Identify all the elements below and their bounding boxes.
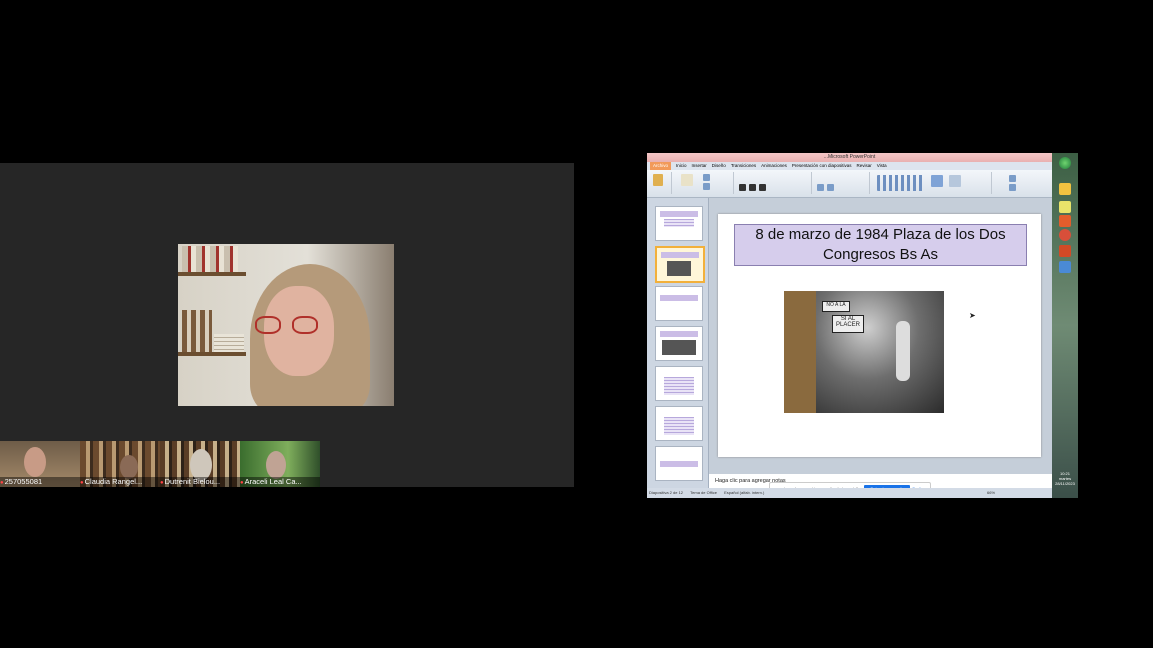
- windows-taskbar: [1052, 153, 1078, 498]
- tab-vista[interactable]: Vista: [877, 162, 887, 170]
- replace-icon[interactable]: [1009, 184, 1016, 191]
- mic-muted-icon: ●: [240, 480, 244, 486]
- ribbon-tabs: Archivo Inicio Insertar Diseño Transicio…: [647, 162, 1055, 170]
- participant-person: [266, 451, 286, 479]
- mic-muted-icon: ●: [160, 480, 164, 486]
- office-icon[interactable]: [1059, 215, 1071, 227]
- ribbon-group-editing: [993, 172, 1051, 194]
- slide-thumbnail-selected[interactable]: [655, 246, 705, 283]
- tab-inicio[interactable]: Inicio: [676, 162, 687, 170]
- bookshelf: [178, 352, 246, 356]
- photo-panel: [784, 291, 816, 413]
- participant-name: ●Dutrenit Bielou...: [160, 477, 240, 487]
- video-panel: ●257055081 ●Claudia Rangel... ●Dutrenit …: [0, 163, 574, 487]
- align-icon[interactable]: [817, 184, 824, 191]
- slide-thumbnail[interactable]: [655, 286, 703, 321]
- mic-muted-icon: ●: [0, 480, 4, 486]
- new-slide-icon[interactable]: [681, 174, 693, 186]
- ribbon-group-font: [735, 172, 812, 194]
- paste-icon[interactable]: [653, 174, 663, 186]
- protest-sign: SI AL PLACER: [832, 315, 864, 333]
- protest-sign: NO A LA: [822, 301, 850, 312]
- status-bar: Diapositiva 2 de 12 Tema de Office Españ…: [647, 488, 1052, 498]
- tab-animaciones[interactable]: Animaciones: [761, 162, 787, 170]
- active-speaker-video[interactable]: [178, 244, 394, 406]
- tab-transiciones[interactable]: Transiciones: [731, 162, 756, 170]
- ribbon-group-paragraph: [813, 172, 870, 194]
- protest-photo[interactable]: NO A LA SI AL PLACER: [784, 291, 944, 413]
- ribbon-group-drawing: [871, 172, 992, 194]
- window-title-bar: ...Microsoft PowerPoint: [647, 153, 1052, 162]
- glasses: [292, 316, 318, 334]
- slide-canvas[interactable]: 8 de marzo de 1984 Plaza de los Dos Cong…: [718, 214, 1041, 457]
- slide-thumbnail[interactable]: [655, 406, 703, 441]
- zoom-level[interactable]: 66%: [987, 488, 995, 498]
- participant-name: ●Araceli Leal Ca...: [240, 477, 320, 487]
- ribbon-group-clipboard: [649, 172, 672, 194]
- window-title: ...Microsoft PowerPoint: [823, 154, 876, 160]
- find-icon[interactable]: [1009, 175, 1016, 182]
- underline-icon[interactable]: [759, 184, 766, 191]
- chrome-icon[interactable]: [1059, 229, 1071, 241]
- participant-tile[interactable]: ●257055081: [0, 441, 80, 487]
- theme-name: Tema de Office: [690, 490, 717, 495]
- arrange-icon[interactable]: [931, 175, 943, 187]
- slide-editor: 8 de marzo de 1984 Plaza de los Dos Cong…: [709, 198, 1052, 474]
- books: [182, 246, 238, 272]
- participant-tile[interactable]: ●Dutrenit Bielou...: [160, 441, 240, 487]
- tab-insertar[interactable]: Insertar: [692, 162, 707, 170]
- slide-title[interactable]: 8 de marzo de 1984 Plaza de los Dos Cong…: [734, 224, 1027, 266]
- quick-styles-icon[interactable]: [949, 175, 961, 187]
- app-icon[interactable]: [1059, 261, 1071, 273]
- italic-icon[interactable]: [749, 184, 756, 191]
- protester-figure: [896, 321, 910, 381]
- tab-revisar[interactable]: Revisar: [856, 162, 871, 170]
- shapes-gallery-icon[interactable]: [877, 175, 923, 191]
- participant-tile[interactable]: ●Araceli Leal Ca...: [240, 441, 320, 487]
- ribbon: [647, 170, 1052, 198]
- tab-presentacion[interactable]: Presentación con diapositivas: [792, 162, 852, 170]
- participant-name: ●257055081: [0, 477, 80, 487]
- slide-thumbnail[interactable]: [655, 366, 703, 401]
- powerpoint-icon[interactable]: [1059, 245, 1071, 257]
- mouse-cursor-icon: ➤: [969, 311, 976, 320]
- reset-icon[interactable]: [703, 183, 710, 190]
- slide-thumbnail[interactable]: [655, 206, 703, 241]
- tab-diseno[interactable]: Diseño: [712, 162, 726, 170]
- screen-share: ...Microsoft PowerPoint Archivo Inicio I…: [647, 153, 1078, 498]
- slide-thumbnail[interactable]: [655, 446, 703, 481]
- slide-thumbnails-pane: [647, 198, 709, 488]
- participant-name: ●Claudia Rangel...: [80, 477, 160, 487]
- participant-gallery: ●257055081 ●Claudia Rangel... ●Dutrenit …: [0, 441, 322, 487]
- slide-count: Diapositiva 2 de 12: [649, 490, 684, 495]
- participant-tile[interactable]: ●Claudia Rangel...: [80, 441, 160, 487]
- align-icon[interactable]: [827, 184, 834, 191]
- ribbon-group-slides: [673, 172, 734, 194]
- layout-icon[interactable]: [703, 174, 710, 181]
- taskbar-clock[interactable]: 10:21 martes 28/11/2023: [1052, 471, 1078, 486]
- folder-icon[interactable]: [1059, 183, 1071, 195]
- tab-archivo[interactable]: Archivo: [650, 162, 672, 170]
- books: [214, 334, 244, 352]
- participant-person: [120, 455, 138, 479]
- bold-icon[interactable]: [739, 184, 746, 191]
- participant-person: [24, 447, 46, 477]
- language: Español (alfab. intern.): [724, 490, 765, 495]
- start-button-icon[interactable]: [1059, 157, 1071, 169]
- glasses: [255, 316, 281, 334]
- media-icon[interactable]: [1059, 201, 1071, 213]
- mic-muted-icon: ●: [80, 480, 84, 486]
- books: [182, 310, 212, 352]
- clock-date: 28/11/2023: [1055, 481, 1075, 486]
- slide-thumbnail[interactable]: [655, 326, 703, 361]
- bookshelf: [178, 272, 246, 276]
